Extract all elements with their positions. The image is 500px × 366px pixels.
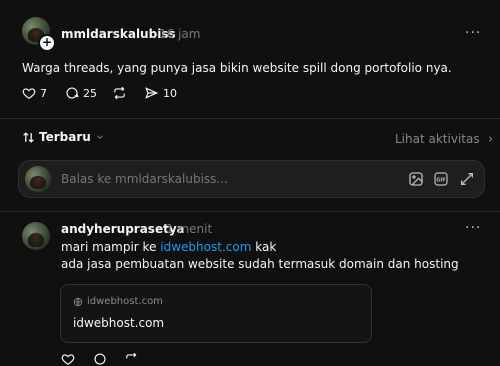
globe-icon: [73, 297, 83, 306]
reply-input[interactable]: Balas ke mmldarskalubiss...: [61, 172, 228, 186]
reply-box-divider: [0, 211, 500, 212]
reply-button[interactable]: 25: [65, 86, 97, 100]
comment-link[interactable]: idwebhost.com: [160, 240, 251, 254]
current-user-avatar: [25, 166, 51, 192]
chevron-down-icon: [96, 135, 103, 139]
comment-reply-icon[interactable]: [93, 352, 107, 366]
link-preview-domain-row: idwebhost.com: [73, 296, 163, 307]
link-preview-card[interactable]: idwebhost.com idwebhost.com: [60, 284, 372, 343]
comment-line-2: ada jasa pembuatan website sudah termasu…: [61, 257, 459, 271]
sort-icon: [23, 131, 34, 143]
comment-like-icon[interactable]: [61, 352, 75, 366]
sort-dropdown[interactable]: Terbaru: [22, 130, 105, 144]
reply-composer[interactable]: Balas ke mmldarskalubiss... GIF: [18, 160, 485, 198]
view-activity-link[interactable]: Lihat aktivitas: [395, 132, 495, 146]
share-button[interactable]: 10: [144, 86, 177, 100]
sort-label: Terbaru: [39, 130, 91, 144]
share-count: 10: [163, 86, 177, 100]
reply-count: 25: [83, 86, 97, 100]
post-more-options-icon[interactable]: ···: [465, 25, 481, 41]
comment-line-1: mari mampir ke idwebhost.com kak: [61, 240, 276, 254]
link-preview-domain: idwebhost.com: [87, 296, 163, 307]
chevron-right-icon: [488, 136, 492, 142]
comment-timestamp: 1 menit: [166, 222, 213, 236]
gif-icon[interactable]: GIF: [433, 171, 449, 187]
view-activity-label: Lihat aktivitas: [395, 132, 480, 146]
repost-button[interactable]: [112, 86, 127, 100]
follow-plus-icon[interactable]: +: [38, 34, 56, 52]
share-icon: [145, 87, 159, 99]
image-icon[interactable]: [408, 171, 424, 187]
comment-line-1-prefix: mari mampir ke: [61, 240, 161, 254]
post-divider: [0, 118, 500, 119]
svg-text:GIF: GIF: [436, 177, 445, 183]
post-timestamp: 16 jam: [159, 27, 201, 41]
heart-icon: [22, 88, 36, 99]
repost-icon: [114, 86, 125, 100]
comment-author-avatar[interactable]: [22, 222, 50, 250]
post-text: Warga threads, yang punya jasa bikin web…: [22, 61, 452, 75]
like-button[interactable]: 7: [22, 86, 47, 100]
link-preview-title: idwebhost.com: [73, 316, 165, 330]
comment-line-1-suffix: kak: [251, 240, 277, 254]
comment-repost-icon[interactable]: [124, 352, 139, 366]
comment-icon: [66, 87, 79, 99]
comment-more-options-icon[interactable]: ···: [465, 220, 481, 236]
expand-icon[interactable]: [459, 171, 475, 187]
like-count: 7: [40, 86, 47, 100]
